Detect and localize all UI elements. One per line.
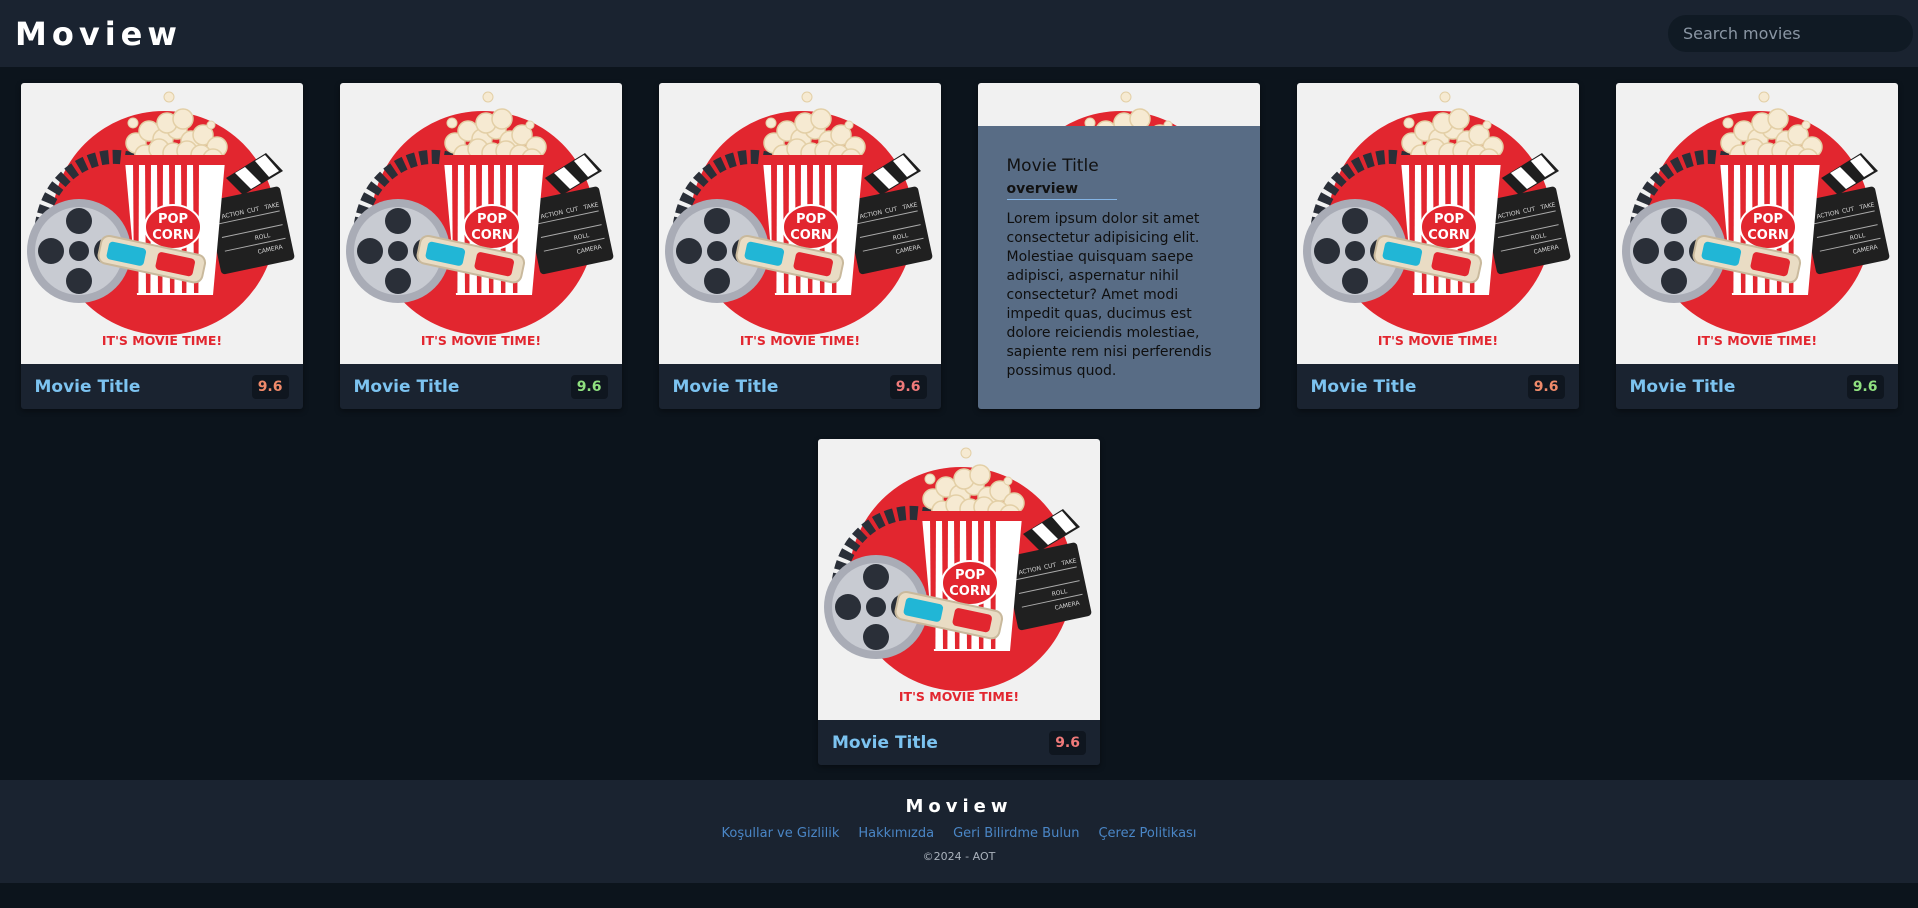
movie-title[interactable]: Movie Title <box>1311 377 1417 397</box>
rating-badge: 9.6 <box>1527 374 1565 399</box>
movie-info: Movie Title 9.6 <box>340 364 622 409</box>
footer-link-terms[interactable]: Koşullar ve Gizlilik <box>722 826 840 841</box>
svg-text:CORN: CORN <box>949 584 990 599</box>
rating-badge: 9.6 <box>1846 374 1884 399</box>
copyright-text: ©2024 - AOT <box>922 850 996 863</box>
movie-card[interactable]: ACTION CUT TAKE ROLL CAMERA POP CORN IT'… <box>658 83 941 409</box>
svg-text:CORN: CORN <box>1428 228 1469 243</box>
movie-card-hovered[interactable]: ACTION CUT TAKE ROLL CAMERA POP CORN IT'… <box>977 83 1260 409</box>
footer-link-cookies[interactable]: Çerez Politikası <box>1098 826 1196 841</box>
site-footer: Moview Koşullar ve Gizlilik Hakkımızda G… <box>0 780 1918 883</box>
svg-text:CORN: CORN <box>152 228 193 243</box>
movie-info: Movie Title 9.6 <box>1616 364 1898 409</box>
svg-text:IT'S MOVIE TIME!: IT'S MOVIE TIME! <box>899 689 1019 704</box>
svg-text:POP: POP <box>955 568 985 583</box>
svg-text:POP: POP <box>476 212 506 227</box>
movie-poster: ACTION CUT TAKE ROLL CAMERA POP CORN IT'… <box>339 83 622 364</box>
movie-grid: ACTION CUT TAKE ROLL CAMERA POP CORN IT'… <box>0 67 1918 765</box>
movie-poster: ACTION CUT TAKE ROLL CAMERA POP CORN IT'… <box>1296 83 1579 364</box>
rating-badge: 9.6 <box>570 374 608 399</box>
svg-text:IT'S MOVIE TIME!: IT'S MOVIE TIME! <box>101 333 221 348</box>
svg-text:CORN: CORN <box>790 228 831 243</box>
overview-text: Lorem ipsum dolor sit amet consectetur a… <box>1006 211 1212 379</box>
movie-card[interactable]: ACTION CUT TAKE ROLL CAMERA POP CORN IT'… <box>20 83 303 409</box>
svg-text:POP: POP <box>795 212 825 227</box>
brand-logo[interactable]: Moview <box>15 15 182 53</box>
svg-text:CORN: CORN <box>471 228 512 243</box>
movie-info: Movie Title 9.6 <box>659 364 941 409</box>
movie-poster: ACTION CUT TAKE ROLL CAMERA POP CORN IT'… <box>20 83 303 364</box>
movie-title[interactable]: Movie Title <box>832 733 938 753</box>
footer-link-feedback[interactable]: Geri Bilirdme Bulun <box>953 826 1079 841</box>
movie-poster: ACTION CUT TAKE ROLL CAMERA POP CORN IT'… <box>658 83 941 364</box>
rating-badge: 9.6 <box>1049 730 1086 755</box>
svg-text:IT'S MOVIE TIME!: IT'S MOVIE TIME! <box>420 333 540 348</box>
svg-text:POP: POP <box>1752 212 1782 227</box>
svg-text:IT'S MOVIE TIME!: IT'S MOVIE TIME! <box>1696 333 1816 348</box>
svg-text:CORN: CORN <box>1747 228 1788 243</box>
movie-title[interactable]: Movie Title <box>354 377 460 397</box>
svg-text:POP: POP <box>157 212 187 227</box>
svg-text:POP: POP <box>1433 212 1463 227</box>
movie-card[interactable]: ACTION CUT TAKE ROLL CAMERA POP CORN IT'… <box>818 439 1100 765</box>
overview-movie-title: Movie Title <box>1006 156 1099 176</box>
app-header: Moview <box>0 0 1918 67</box>
movie-card[interactable]: ACTION CUT TAKE ROLL CAMERA POP CORN IT'… <box>1615 83 1898 409</box>
rating-badge: 9.6 <box>251 374 289 399</box>
movie-card[interactable]: ACTION CUT TAKE ROLL CAMERA POP CORN IT'… <box>339 83 622 409</box>
overview-label: overview <box>1006 181 1117 200</box>
svg-text:IT'S MOVIE TIME!: IT'S MOVIE TIME! <box>739 333 859 348</box>
movie-info: Movie Title 9.6 <box>21 364 303 409</box>
footer-links: Koşullar ve Gizlilik Hakkımızda Geri Bil… <box>0 826 1918 841</box>
movie-title[interactable]: Movie Title <box>1630 377 1736 397</box>
svg-text:IT'S MOVIE TIME!: IT'S MOVIE TIME! <box>1377 333 1497 348</box>
movie-poster: ACTION CUT TAKE ROLL CAMERA POP CORN IT'… <box>1615 83 1898 364</box>
footer-brand: Moview <box>905 796 1013 817</box>
movie-title[interactable]: Movie Title <box>673 377 779 397</box>
rating-badge: 9.6 <box>889 374 927 399</box>
footer-link-about[interactable]: Hakkımızda <box>858 826 934 841</box>
movie-title[interactable]: Movie Title <box>35 377 141 397</box>
search-input[interactable] <box>1668 15 1913 52</box>
movie-poster: ACTION CUT TAKE ROLL CAMERA POP CORN IT'… <box>818 439 1100 720</box>
movie-info: Movie Title 9.6 <box>1297 364 1579 409</box>
overview-panel: Movie Title overview Lorem ipsum dolor s… <box>977 126 1260 409</box>
movie-card[interactable]: ACTION CUT TAKE ROLL CAMERA POP CORN IT'… <box>1296 83 1579 409</box>
movie-info: Movie Title 9.6 <box>818 720 1100 765</box>
